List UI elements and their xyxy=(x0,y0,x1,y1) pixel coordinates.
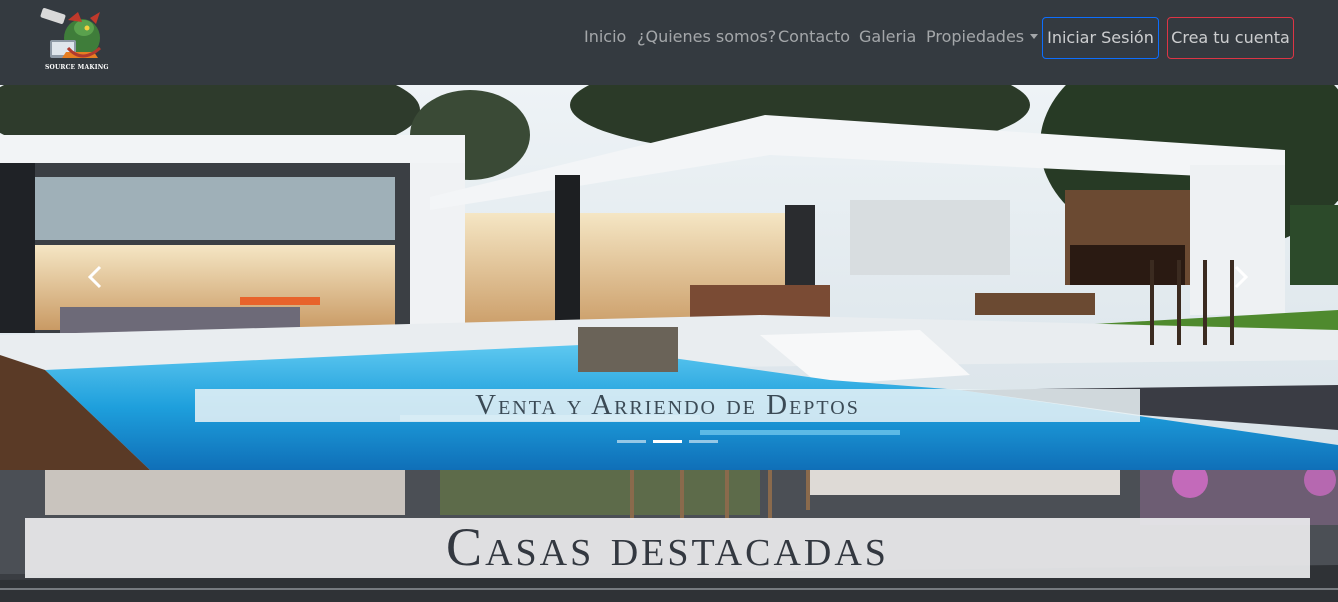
carousel-indicator-3[interactable] xyxy=(689,440,718,443)
carousel-caption: Venta y Arriendo de Deptos xyxy=(195,389,1140,422)
nav-link-galeria[interactable]: Galeria xyxy=(859,27,916,47)
brand-logo[interactable]: SOURCE MAKING xyxy=(38,8,109,76)
hero-carousel: Venta y Arriendo de Deptos xyxy=(0,85,1338,470)
chevron-right-icon[interactable] xyxy=(1234,265,1248,289)
nav-link-contacto[interactable]: Contacto xyxy=(778,27,850,47)
navbar: SOURCE MAKING Inicio ¿Quienes somos? Con… xyxy=(0,0,1338,85)
caret-down-icon xyxy=(1030,34,1039,39)
logo-text: SOURCE MAKING xyxy=(45,64,109,71)
nav-dropdown-propiedades[interactable]: Propiedades xyxy=(926,27,1039,47)
featured-title: Casas destacadas xyxy=(25,518,1310,578)
carousel-indicator-2[interactable] xyxy=(653,440,682,443)
signup-button[interactable]: Crea tu cuenta xyxy=(1167,17,1294,59)
nav-link-propiedades-label: Propiedades xyxy=(926,27,1025,46)
login-button[interactable]: Iniciar Sesión xyxy=(1042,17,1159,59)
featured-section: Casas destacadas xyxy=(0,470,1338,602)
nav-link-inicio[interactable]: Inicio xyxy=(584,27,626,47)
carousel-indicator-1[interactable] xyxy=(617,440,646,443)
nav-link-quienes-somos[interactable]: ¿Quienes somos? xyxy=(637,27,776,47)
chevron-left-icon[interactable] xyxy=(88,265,102,289)
